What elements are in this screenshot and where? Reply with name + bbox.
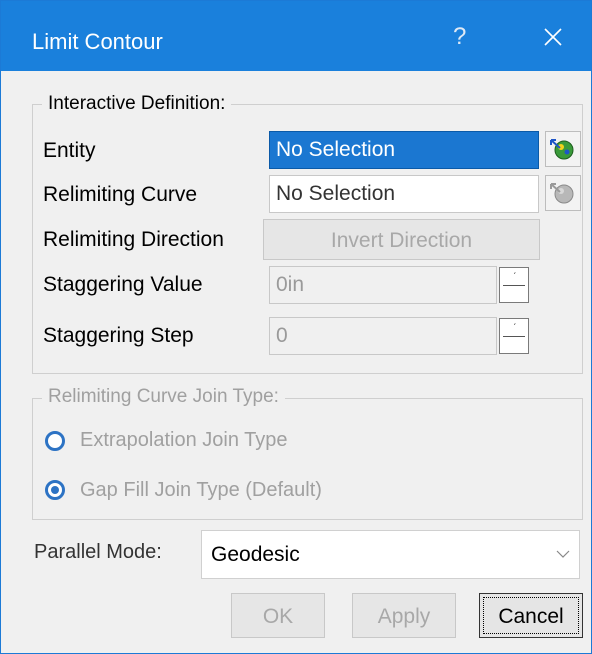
entity-label: Entity xyxy=(43,139,96,162)
invert-direction-button[interactable]: Invert Direction xyxy=(263,219,540,260)
relimiting-direction-label: Relimiting Direction xyxy=(43,228,224,251)
spinner-up-icon: ˊ xyxy=(513,272,517,283)
ok-button[interactable]: OK xyxy=(231,593,325,638)
entity-field[interactable]: No Selection xyxy=(269,131,539,169)
help-button[interactable]: ? xyxy=(453,23,466,51)
parallel-mode-value: Geodesic xyxy=(211,543,300,566)
chevron-down-icon xyxy=(556,550,570,558)
parallel-mode-select[interactable]: Geodesic xyxy=(201,530,580,579)
extrapolation-radio-label: Extrapolation Join Type xyxy=(80,429,288,451)
close-icon xyxy=(544,28,562,46)
staggering-step-field[interactable]: 0 xyxy=(269,317,497,355)
apply-button[interactable]: Apply xyxy=(352,593,456,638)
extrapolation-radio[interactable] xyxy=(45,431,65,451)
staggering-value-spinner[interactable]: ˊ xyxy=(499,267,529,303)
cancel-button[interactable]: Cancel xyxy=(479,593,583,638)
focus-ring xyxy=(483,597,579,634)
selection-picker-icon xyxy=(550,183,574,204)
relimiting-curve-field[interactable]: No Selection xyxy=(269,175,539,213)
limit-contour-dialog: Limit Contour ? Interactive Definition: … xyxy=(0,0,592,654)
relimiting-curve-picker-button[interactable] xyxy=(545,175,581,211)
entity-picker-button[interactable] xyxy=(545,131,581,167)
join-type-legend: Relimiting Curve Join Type: xyxy=(42,386,285,408)
selection-picker-icon xyxy=(550,139,574,160)
title-bar: Limit Contour ? xyxy=(1,1,591,71)
gap-fill-radio[interactable] xyxy=(45,480,65,500)
dialog-title: Limit Contour xyxy=(32,29,163,54)
close-button[interactable] xyxy=(531,15,575,59)
gap-fill-radio-label: Gap Fill Join Type (Default) xyxy=(80,479,322,501)
spinner-up-icon: ˊ xyxy=(513,323,517,334)
staggering-value-field[interactable]: 0in xyxy=(269,266,497,304)
parallel-mode-label: Parallel Mode: xyxy=(34,541,162,563)
staggering-step-spinner[interactable]: ˊ xyxy=(499,318,529,354)
interactive-definition-legend: Interactive Definition: xyxy=(42,93,232,115)
relimiting-curve-label: Relimiting Curve xyxy=(43,183,198,206)
staggering-value-label: Staggering Value xyxy=(43,273,203,296)
staggering-step-label: Staggering Step xyxy=(43,324,194,347)
